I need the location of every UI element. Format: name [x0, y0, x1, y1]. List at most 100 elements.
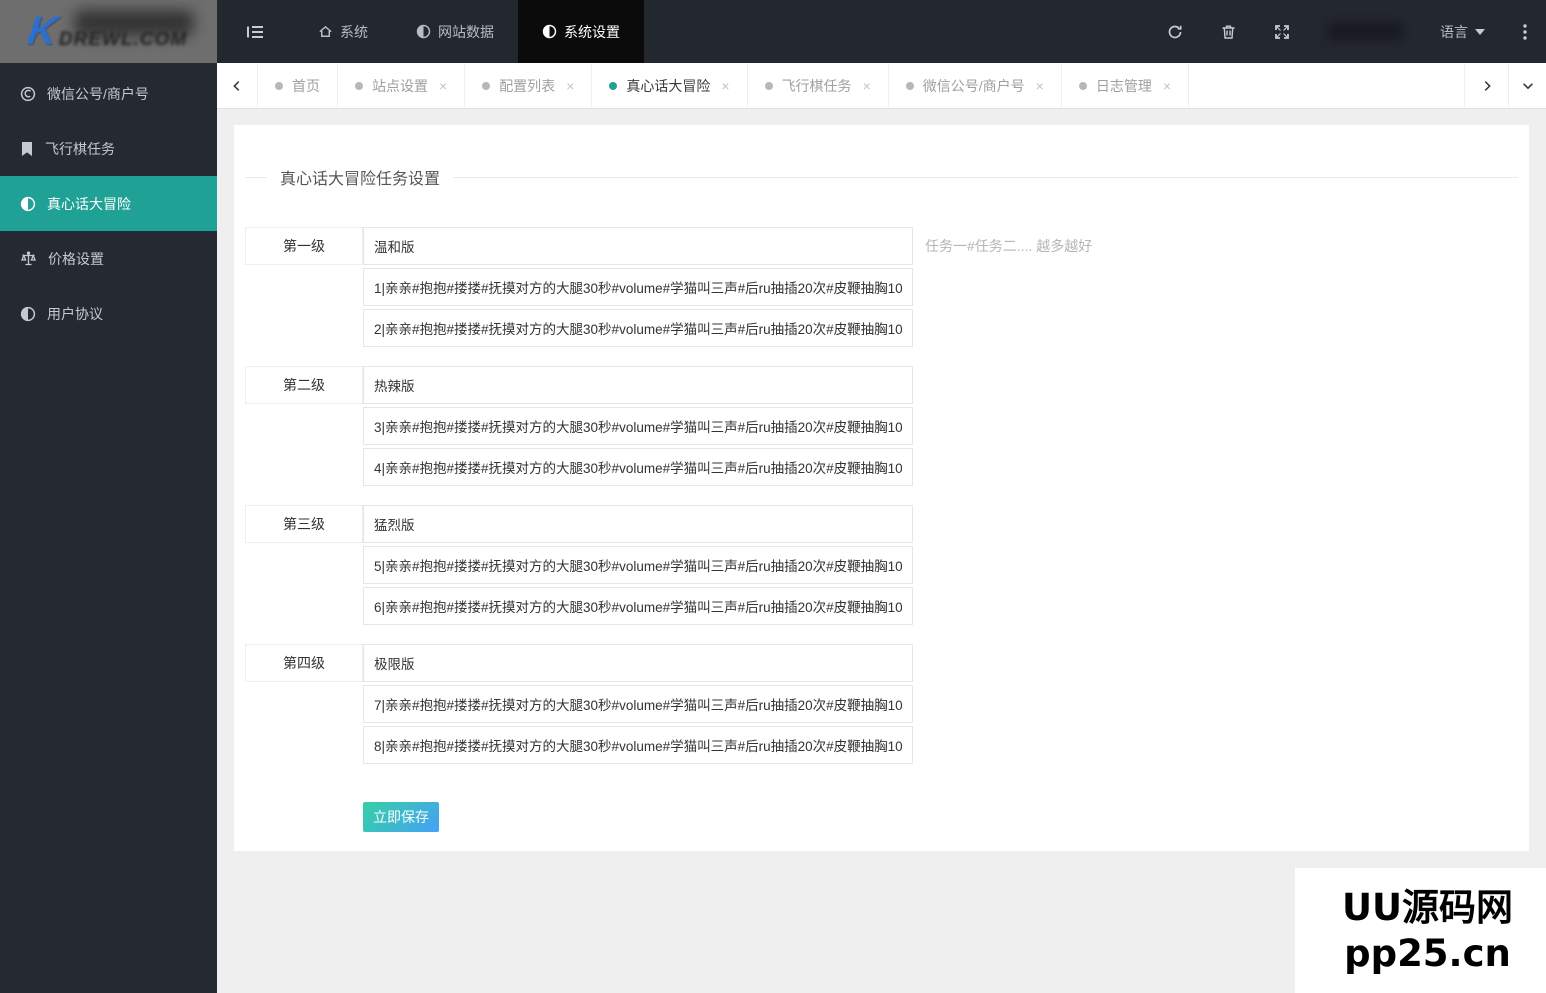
- navbar-item-label: 系统设置: [564, 23, 620, 40]
- navbar-item-label: 网站数据: [438, 23, 494, 40]
- level-group-3: 第三级: [245, 505, 1518, 625]
- sidebar-item-price-settings[interactable]: 价格设置: [0, 231, 217, 286]
- level-name-input[interactable]: [363, 644, 913, 682]
- row-spacer: [245, 726, 363, 764]
- tabs-menu-button[interactable]: [1508, 63, 1546, 108]
- tab-dot-icon: [905, 81, 914, 90]
- kebab-icon: [1523, 23, 1527, 40]
- tab-label: 站点设置: [372, 77, 428, 94]
- refresh-icon: [1167, 24, 1183, 40]
- page-title: 真心话大冒险任务设置: [280, 171, 441, 188]
- language-dropdown[interactable]: 语言: [1421, 0, 1504, 63]
- level-name-input[interactable]: [363, 505, 913, 543]
- tasks-input[interactable]: [363, 309, 913, 347]
- tab-label: 飞行棋任务: [781, 77, 852, 94]
- trash-icon: [1221, 24, 1236, 40]
- fullscreen-button[interactable]: [1255, 0, 1309, 63]
- caret-down-icon: [1475, 28, 1485, 35]
- tab-log-management[interactable]: 日志管理 ×: [1062, 63, 1190, 108]
- collapse-sidebar-button[interactable]: [217, 0, 294, 63]
- tab-dot-icon: [1078, 81, 1087, 90]
- navbar-item-site-data[interactable]: 网站数据: [392, 0, 518, 63]
- level-name-input[interactable]: [363, 366, 913, 404]
- row-spacer: [245, 448, 363, 486]
- save-button[interactable]: 立即保存: [363, 802, 439, 832]
- watermark-line2: pp25.cn: [1344, 931, 1511, 975]
- language-label: 语言: [1440, 23, 1468, 40]
- watermark: UU源码网 pp25.cn: [1295, 868, 1546, 993]
- tab-dot-icon: [275, 81, 283, 90]
- sidebar-item-label: 真心话大冒险: [47, 195, 131, 212]
- level-group-2: 第二级: [245, 366, 1518, 486]
- tasks-input[interactable]: [363, 685, 913, 723]
- row-spacer: [245, 309, 363, 347]
- close-icon[interactable]: ×: [721, 78, 729, 94]
- tasks-input[interactable]: [363, 268, 913, 306]
- official-account-icon: [20, 86, 36, 102]
- close-icon[interactable]: ×: [439, 78, 447, 94]
- close-icon[interactable]: ×: [1036, 78, 1044, 94]
- divider: [245, 176, 267, 178]
- navbar-item-system[interactable]: 系统: [294, 0, 392, 63]
- level-group-1: 第一级 任务一#任务二.... 越多越好: [245, 227, 1518, 347]
- blurred-logo-text: [74, 10, 194, 36]
- tab-dot-icon: [482, 81, 491, 90]
- form-row: [245, 587, 1518, 625]
- sidebar: 微信公号/商户号 飞行棋任务 真心话大冒险 价格设置 用户协议: [0, 63, 217, 993]
- tasks-input[interactable]: [363, 407, 913, 445]
- level-name-input[interactable]: [363, 227, 913, 265]
- tabs-scroll-right-button[interactable]: [1464, 63, 1508, 108]
- fieldset-header: 真心话大冒险任务设置: [245, 165, 1518, 189]
- home-icon: [318, 24, 333, 39]
- navbar-item-system-settings[interactable]: 系统设置: [518, 0, 644, 63]
- tab-bar: 首页 站点设置 × 配置列表 × 真心话大冒险 × 飞行棋任务 × 微信公号/商…: [217, 63, 1546, 109]
- row-spacer: [245, 268, 363, 306]
- sidebar-item-user-agreement[interactable]: 用户协议: [0, 286, 217, 341]
- row-spacer: [245, 587, 363, 625]
- tab-wechat-account[interactable]: 微信公号/商户号 ×: [889, 63, 1062, 108]
- form-row: [245, 407, 1518, 445]
- navbar-menu: 系统 网站数据 系统设置: [217, 0, 644, 63]
- contrast-icon: [20, 196, 36, 212]
- sidebar-item-label: 微信公号/商户号: [47, 85, 149, 102]
- hamburger-icon: [247, 24, 264, 40]
- tasks-input[interactable]: [363, 726, 913, 764]
- clear-cache-button[interactable]: [1202, 0, 1255, 63]
- tasks-input[interactable]: [363, 587, 913, 625]
- tasks-hint-text: 任务一#任务二.... 越多越好: [925, 238, 1093, 254]
- sidebar-item-wechat-account[interactable]: 微信公号/商户号: [0, 66, 217, 121]
- tab-config-list[interactable]: 配置列表 ×: [465, 63, 593, 108]
- tasks-input[interactable]: [363, 448, 913, 486]
- sidebar-item-truth-or-dare[interactable]: 真心话大冒险: [0, 176, 217, 231]
- sidebar-item-flight-chess-tasks[interactable]: 飞行棋任务: [0, 121, 217, 176]
- tab-flight-chess-tasks[interactable]: 飞行棋任务 ×: [748, 63, 889, 108]
- contrast-icon: [20, 306, 36, 322]
- sidebar-item-label: 用户协议: [47, 305, 103, 322]
- tab-site-settings[interactable]: 站点设置 ×: [338, 63, 466, 108]
- level-label: 第一级: [245, 227, 363, 265]
- bookmark-icon: [20, 141, 34, 157]
- tab-home[interactable]: 首页: [258, 63, 338, 108]
- tab-label: 配置列表: [499, 77, 556, 94]
- sidebar-item-label: 价格设置: [48, 250, 104, 267]
- close-icon[interactable]: ×: [863, 78, 871, 94]
- tasks-input[interactable]: [363, 546, 913, 584]
- refresh-button[interactable]: [1148, 0, 1202, 63]
- close-icon[interactable]: ×: [566, 78, 574, 94]
- tabbar-filler: [1189, 63, 1464, 108]
- row-spacer: [245, 546, 363, 584]
- tab-label: 日志管理: [1095, 77, 1152, 94]
- row-spacer: [245, 685, 363, 723]
- form-row: [245, 685, 1518, 723]
- tabs-scroll-left-button[interactable]: [217, 63, 258, 108]
- form-row: [245, 546, 1518, 584]
- settings-panel: 真心话大冒险任务设置 第一级 任务一#任务二.... 越多越好: [234, 125, 1529, 851]
- close-icon[interactable]: ×: [1163, 78, 1171, 94]
- contrast-icon: [542, 24, 557, 39]
- tab-truth-or-dare[interactable]: 真心话大冒险 ×: [592, 63, 748, 108]
- tab-dot-icon: [764, 81, 773, 90]
- tab-label: 首页: [292, 77, 320, 94]
- more-menu-button[interactable]: [1504, 0, 1546, 63]
- divider: [453, 176, 1518, 178]
- fullscreen-icon: [1274, 24, 1290, 40]
